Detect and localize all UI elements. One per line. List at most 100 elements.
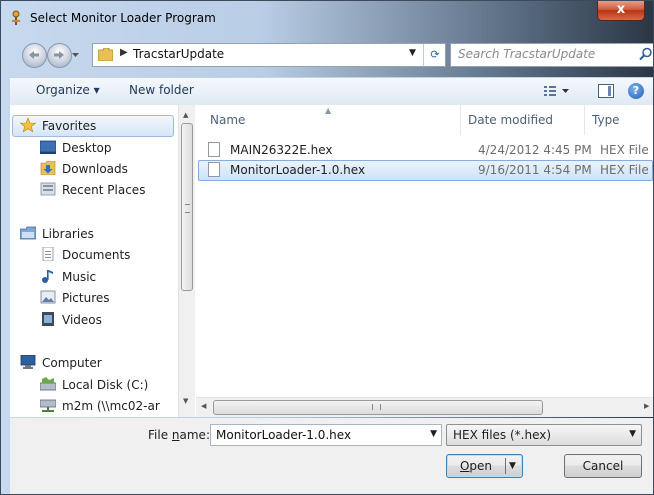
title-bar[interactable]: Select Monitor Loader Program x bbox=[0, 0, 654, 36]
nav-network-drive-label: m2m (\\mc02-ar bbox=[62, 399, 160, 413]
nav-network-drive[interactable]: m2m (\\mc02-ar bbox=[40, 396, 160, 416]
nav-documents[interactable]: Documents bbox=[40, 245, 130, 265]
scroll-left-icon[interactable]: ◀ bbox=[201, 402, 206, 410]
window-title: Select Monitor Loader Program bbox=[30, 11, 216, 25]
star-icon bbox=[20, 118, 36, 132]
file-name-panel: File name: MonitorLoader-1.0.hex ▼ HEX f… bbox=[10, 418, 654, 495]
breadcrumb-chevron-icon[interactable]: ▶ bbox=[120, 47, 128, 58]
file-list: ▲ Name Date modified Type MAIN26322E.hex… bbox=[196, 105, 654, 397]
column-divider[interactable] bbox=[460, 105, 461, 135]
change-view-icon[interactable] bbox=[524, 83, 572, 99]
address-bar[interactable]: ▶ TracstarUpdate ▼ ⟳ bbox=[92, 43, 446, 67]
folder-icon bbox=[98, 48, 113, 61]
nav-downloads[interactable]: Downloads bbox=[40, 159, 128, 179]
desktop-icon bbox=[40, 140, 56, 154]
nav-pictures-label: Pictures bbox=[62, 291, 110, 305]
new-folder-button[interactable]: New folder bbox=[129, 83, 194, 97]
navigation-pane: Favorites Desktop Downloads Recent Place… bbox=[10, 105, 178, 417]
nav-videos[interactable]: Videos bbox=[40, 310, 102, 330]
downloads-icon bbox=[40, 161, 56, 175]
open-button[interactable]: Open ▼ bbox=[446, 454, 523, 478]
preview-pane-icon[interactable] bbox=[598, 84, 614, 98]
file-name-value: MonitorLoader-1.0.hex bbox=[216, 428, 352, 442]
breadcrumb-tracstarupdate[interactable]: TracstarUpdate bbox=[133, 47, 224, 61]
column-header-date-modified[interactable]: Date modified bbox=[468, 113, 553, 127]
recent-pages-dropdown-icon[interactable] bbox=[72, 51, 79, 59]
music-icon bbox=[42, 270, 53, 283]
recent-places-icon bbox=[40, 182, 56, 196]
forward-arrow-icon bbox=[54, 51, 64, 59]
file-name-input[interactable]: MonitorLoader-1.0.hex ▼ bbox=[210, 424, 442, 446]
pictures-icon bbox=[40, 290, 56, 304]
scroll-right-icon[interactable]: ▶ bbox=[644, 402, 649, 410]
nav-videos-label: Videos bbox=[62, 313, 102, 327]
nav-recent-places-label: Recent Places bbox=[62, 183, 146, 197]
file-name-label-accel: n bbox=[171, 428, 180, 442]
open-label-rest: pen bbox=[469, 459, 493, 473]
file-row-monitorloader[interactable]: MonitorLoader-1.0.hex 9/16/2011 4:54 PM … bbox=[198, 160, 653, 181]
file-date-modified: 4/24/2012 4:45 PM bbox=[478, 143, 592, 157]
nav-computer[interactable]: Computer bbox=[20, 353, 102, 373]
sort-ascending-icon: ▲ bbox=[325, 106, 332, 115]
address-dropdown-icon[interactable]: ▼ bbox=[409, 48, 416, 58]
file-type-value: HEX files (*.hex) bbox=[453, 428, 552, 442]
nav-desktop[interactable]: Desktop bbox=[40, 138, 112, 158]
column-header-type[interactable]: Type bbox=[592, 113, 620, 127]
scroll-down-icon[interactable]: ▼ bbox=[183, 397, 188, 405]
nav-desktop-label: Desktop bbox=[62, 141, 112, 155]
nav-favorites-label: Favorites bbox=[42, 119, 97, 133]
nav-computer-label: Computer bbox=[42, 356, 102, 370]
close-button[interactable]: x bbox=[597, 0, 645, 21]
navigation-bar: ▶ TracstarUpdate ▼ ⟳ Search TracstarUpda… bbox=[10, 40, 654, 72]
file-name-label-part: ame: bbox=[179, 428, 210, 442]
cancel-button[interactable]: Cancel bbox=[564, 454, 642, 478]
nav-favorites[interactable]: Favorites bbox=[20, 116, 96, 136]
column-divider[interactable] bbox=[584, 105, 585, 135]
nav-pictures[interactable]: Pictures bbox=[40, 288, 110, 308]
nav-local-disk-label: Local Disk (C:) bbox=[62, 378, 149, 392]
file-type: HEX File bbox=[600, 163, 649, 177]
refresh-button[interactable]: ⟳ bbox=[423, 44, 446, 66]
open-file-dialog: Select Monitor Loader Program x ▶ Tracst… bbox=[0, 0, 654, 495]
nav-pane-vertical-scrollbar[interactable]: ▲ ▼ bbox=[178, 105, 195, 417]
back-button[interactable] bbox=[22, 43, 47, 68]
file-type-select[interactable]: HEX files (*.hex) ▼ bbox=[446, 424, 642, 446]
open-options-dropdown-icon[interactable]: ▼ bbox=[509, 455, 516, 477]
nav-recent-places[interactable]: Recent Places bbox=[40, 180, 145, 200]
nav-local-disk[interactable]: Local Disk (C:) bbox=[40, 375, 148, 395]
file-name-label: File name: bbox=[148, 428, 210, 442]
column-header-name[interactable]: Name bbox=[210, 113, 245, 127]
file-row-main26322e[interactable]: MAIN26322E.hex 4/24/2012 4:45 PM HEX Fil… bbox=[198, 140, 653, 161]
scroll-thumb[interactable] bbox=[213, 400, 543, 415]
file-name: MonitorLoader-1.0.hex bbox=[230, 163, 366, 177]
videos-icon bbox=[42, 312, 54, 326]
search-input[interactable]: Search TracstarUpdate bbox=[450, 43, 654, 67]
libraries-icon bbox=[20, 226, 36, 240]
organize-menu-button[interactable]: Organize ▾ bbox=[36, 83, 100, 97]
file-list-horizontal-scrollbar[interactable]: ◀ ▶ bbox=[196, 397, 654, 417]
nav-documents-label: Documents bbox=[62, 248, 131, 262]
file-name-dropdown-icon[interactable]: ▼ bbox=[430, 429, 437, 439]
forward-button[interactable] bbox=[47, 43, 72, 68]
nav-music[interactable]: Music bbox=[40, 267, 96, 287]
computer-icon bbox=[20, 355, 36, 369]
scroll-up-icon[interactable]: ▲ bbox=[183, 111, 188, 119]
file-icon bbox=[208, 142, 220, 157]
nav-libraries[interactable]: Libraries bbox=[20, 224, 94, 244]
scroll-thumb[interactable] bbox=[181, 123, 193, 291]
nav-libraries-label: Libraries bbox=[42, 227, 94, 241]
back-arrow-icon bbox=[29, 51, 39, 59]
open-button-label: Open bbox=[447, 455, 505, 477]
documents-icon bbox=[42, 247, 54, 261]
search-placeholder: Search TracstarUpdate bbox=[458, 47, 596, 61]
help-icon[interactable]: ? bbox=[628, 83, 644, 99]
dialog-content: Favorites Desktop Downloads Recent Place… bbox=[10, 105, 654, 417]
file-type-dropdown-icon: ▼ bbox=[629, 429, 636, 439]
search-icon[interactable] bbox=[639, 47, 653, 61]
nav-downloads-label: Downloads bbox=[62, 162, 128, 176]
open-label-accel: O bbox=[459, 459, 470, 473]
app-icon bbox=[12, 10, 20, 25]
command-toolbar: Organize ▾ New folder ? bbox=[10, 77, 654, 106]
nav-music-label: Music bbox=[62, 270, 97, 284]
file-name: MAIN26322E.hex bbox=[230, 143, 333, 157]
